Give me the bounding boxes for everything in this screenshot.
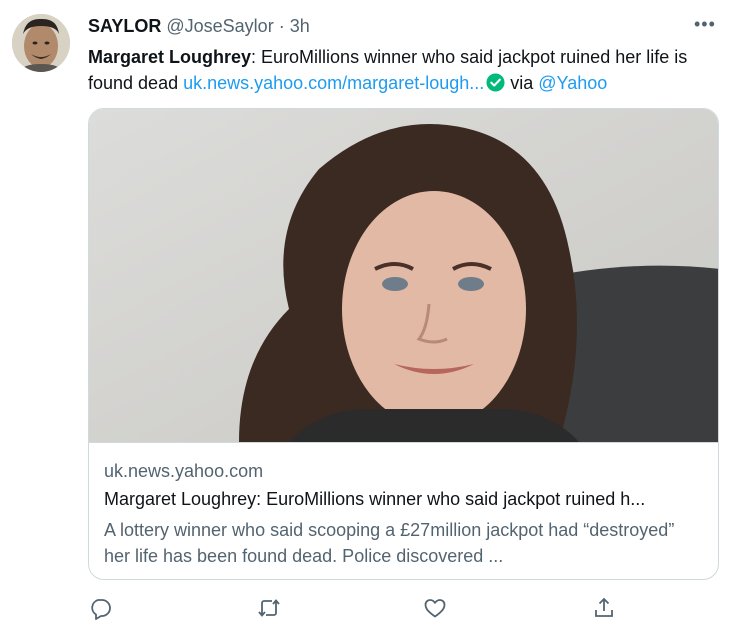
card-divider xyxy=(89,442,718,443)
avatar-photo xyxy=(12,14,70,72)
heart-icon[interactable] xyxy=(423,596,449,622)
tweet-link[interactable]: uk.news.yahoo.com/margaret-lough... xyxy=(183,73,484,93)
more-options-icon[interactable]: ••• xyxy=(694,14,724,38)
tweet-header: SAYLOR @JoseSaylor · 3h xyxy=(88,14,310,38)
reply-icon[interactable] xyxy=(88,596,114,622)
via-text: via xyxy=(505,73,539,93)
share-icon[interactable] xyxy=(592,596,618,622)
header-separator: · xyxy=(278,16,285,36)
tweet-actions xyxy=(0,596,756,622)
card-description: A lottery winner who said scooping a £27… xyxy=(104,520,675,566)
author-handle[interactable]: @JoseSaylor xyxy=(166,16,273,36)
author-name[interactable]: SAYLOR xyxy=(88,16,161,36)
via-handle-link[interactable]: @Yahoo xyxy=(538,73,607,93)
tweet-timestamp[interactable]: 3h xyxy=(290,16,310,36)
tweet-text: Margaret Loughrey: EuroMillions winner w… xyxy=(88,44,728,96)
card-image xyxy=(89,109,718,442)
link-preview-card[interactable]: uk.news.yahoo.com Margaret Loughrey: Eur… xyxy=(88,108,719,580)
verified-check-icon xyxy=(486,73,505,92)
tweet-text-bold: Margaret Loughrey xyxy=(88,47,252,67)
avatar[interactable] xyxy=(12,14,70,72)
card-domain: uk.news.yahoo.com xyxy=(104,461,264,481)
card-title: Margaret Loughrey: EuroMillions winner w… xyxy=(104,489,646,509)
retweet-icon[interactable] xyxy=(257,596,283,622)
